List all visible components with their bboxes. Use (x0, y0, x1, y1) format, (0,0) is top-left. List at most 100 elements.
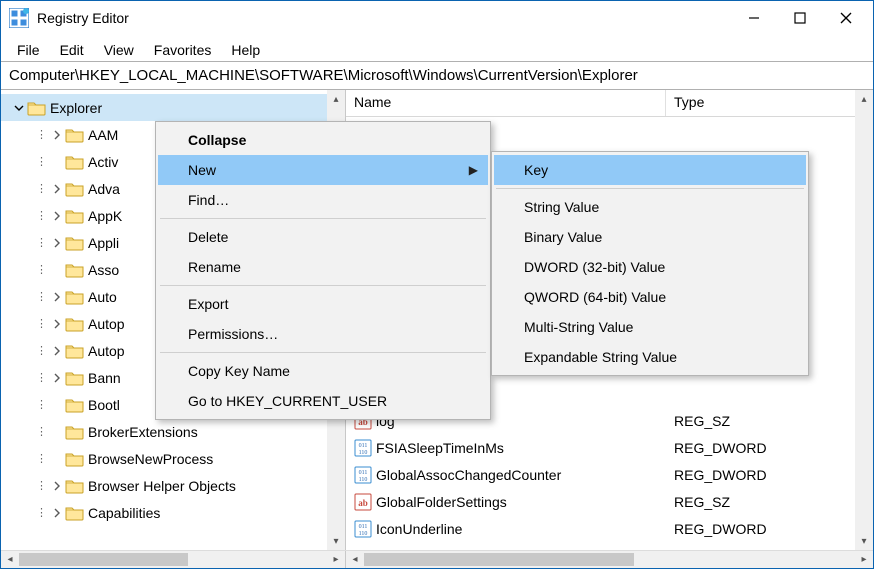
menu-help[interactable]: Help (221, 35, 270, 61)
ctx-new-string[interactable]: String Value (494, 192, 806, 222)
tree-horizontal-scrollbar[interactable]: ◂ ▸ (1, 551, 346, 568)
folder-icon (65, 343, 84, 359)
column-type[interactable]: Type (666, 90, 873, 116)
ctx-new-key[interactable]: Key (494, 155, 806, 185)
folder-icon (27, 100, 46, 116)
value-type: REG_SZ (666, 413, 873, 429)
tree-guide-icon: ⋮ (35, 506, 49, 519)
list-header: Name Type (346, 90, 873, 117)
ctx-new-dword[interactable]: DWORD (32-bit) Value (494, 252, 806, 282)
list-row[interactable]: IconUnderlineREG_DWORD (346, 515, 873, 542)
chevron-right-icon[interactable] (49, 346, 65, 356)
scroll-left-icon[interactable]: ◂ (1, 551, 19, 568)
ctx-new-multistring[interactable]: Multi-String Value (494, 312, 806, 342)
close-button[interactable] (823, 3, 869, 33)
tree-item-label: Capabilities (88, 505, 160, 521)
tree-item-label: BrokerExtensions (88, 424, 198, 440)
value-name: GlobalFolderSettings (376, 494, 507, 510)
tree-item-label: Bann (88, 370, 121, 386)
tree-item-label: Activ (88, 154, 118, 170)
menu-view[interactable]: View (94, 35, 144, 61)
ctx-goto-hkcu[interactable]: Go to HKEY_CURRENT_USER (158, 386, 488, 416)
tree-guide-icon: ⋮ (35, 263, 49, 276)
tree-item-label: Adva (88, 181, 120, 197)
list-row[interactable]: FSIASleepTimeInMsREG_DWORD (346, 434, 873, 461)
value-name: IconUnderline (376, 521, 462, 537)
tree-item[interactable]: ⋮ BrowseNewProcess (1, 445, 345, 472)
menu-bar: File Edit View Favorites Help (1, 35, 873, 61)
address-input[interactable] (7, 66, 867, 85)
chevron-right-icon[interactable] (49, 373, 65, 383)
tree-item[interactable]: ⋮ Capabilities (1, 499, 345, 526)
tree-item-label: AppK (88, 208, 122, 224)
folder-icon (65, 208, 84, 224)
ctx-permissions[interactable]: Permissions… (158, 319, 488, 349)
scroll-up-icon[interactable]: ▴ (855, 90, 873, 108)
tree-guide-icon: ⋮ (35, 317, 49, 330)
ctx-separator (496, 188, 804, 189)
reg-string-icon (354, 493, 372, 511)
ctx-copy-key-name[interactable]: Copy Key Name (158, 356, 488, 386)
menu-edit[interactable]: Edit (50, 35, 94, 61)
folder-icon (65, 505, 84, 521)
chevron-right-icon[interactable] (49, 238, 65, 248)
tree-guide-icon: ⋮ (35, 452, 49, 465)
column-name[interactable]: Name (346, 90, 666, 116)
scroll-up-icon[interactable]: ▴ (327, 90, 345, 108)
tree-item[interactable]: ⋮Browser Helper Objects (1, 472, 345, 499)
value-type: REG_SZ (666, 494, 873, 510)
list-row[interactable]: GlobalAssocChangedCounter REG_DWORD (346, 461, 873, 488)
menu-file[interactable]: File (7, 35, 50, 61)
list-row[interactable]: GlobalFolderSettings REG_SZ (346, 488, 873, 515)
submenu-arrow-icon: ▶ (469, 163, 478, 177)
list-vertical-scrollbar[interactable]: ▴ ▾ (855, 90, 873, 550)
ctx-separator (160, 218, 486, 219)
tree-item-label: Appli (88, 235, 119, 251)
scroll-right-icon[interactable]: ▸ (855, 551, 873, 568)
folder-icon (65, 451, 84, 467)
chevron-right-icon[interactable] (49, 184, 65, 194)
maximize-button[interactable] (777, 3, 823, 33)
chevron-right-icon[interactable] (49, 292, 65, 302)
tree-guide-icon: ⋮ (35, 290, 49, 303)
ctx-separator (160, 285, 486, 286)
chevron-right-icon[interactable] (49, 481, 65, 491)
chevron-right-icon[interactable] (49, 211, 65, 221)
ctx-new[interactable]: New ▶ (158, 155, 488, 185)
value-type: REG_DWORD (666, 467, 873, 483)
ctx-separator (160, 352, 486, 353)
tree-item-label: BrowseNewProcess (88, 451, 213, 467)
scroll-right-icon[interactable]: ▸ (327, 551, 345, 568)
folder-icon (65, 127, 84, 143)
ctx-collapse[interactable]: Collapse (158, 125, 488, 155)
scroll-down-icon[interactable]: ▾ (855, 532, 873, 550)
value-type: REG_DWORD (666, 440, 873, 456)
reg-binary-icon (354, 466, 372, 484)
reg-binary-icon (354, 520, 372, 538)
tree-item[interactable]: Explorer (1, 94, 345, 121)
chevron-down-icon[interactable] (11, 103, 27, 113)
ctx-new-qword[interactable]: QWORD (64-bit) Value (494, 282, 806, 312)
value-name: GlobalAssocChangedCounter (376, 467, 561, 483)
chevron-right-icon[interactable] (49, 130, 65, 140)
tree-guide-icon: ⋮ (35, 182, 49, 195)
tree-guide-icon: ⋮ (35, 236, 49, 249)
folder-icon (65, 154, 84, 170)
ctx-rename[interactable]: Rename (158, 252, 488, 282)
tree-guide-icon: ⋮ (35, 128, 49, 141)
menu-favorites[interactable]: Favorites (144, 35, 222, 61)
ctx-find[interactable]: Find… (158, 185, 488, 215)
scroll-down-icon[interactable]: ▾ (327, 532, 345, 550)
tree-item[interactable]: ⋮BrokerExtensions (1, 418, 345, 445)
chevron-right-icon[interactable] (49, 319, 65, 329)
ctx-new-binary[interactable]: Binary Value (494, 222, 806, 252)
ctx-delete[interactable]: Delete (158, 222, 488, 252)
minimize-button[interactable] (731, 3, 777, 33)
list-horizontal-scrollbar[interactable]: ◂ ▸ (346, 551, 873, 568)
context-submenu-new[interactable]: Key String Value Binary Value DWORD (32-… (491, 151, 809, 376)
chevron-right-icon[interactable] (49, 508, 65, 518)
ctx-new-expandstring[interactable]: Expandable String Value (494, 342, 806, 372)
ctx-export[interactable]: Export (158, 289, 488, 319)
context-menu[interactable]: Collapse New ▶ Find… Delete Rename Expor… (155, 121, 491, 420)
scroll-left-icon[interactable]: ◂ (346, 551, 364, 568)
